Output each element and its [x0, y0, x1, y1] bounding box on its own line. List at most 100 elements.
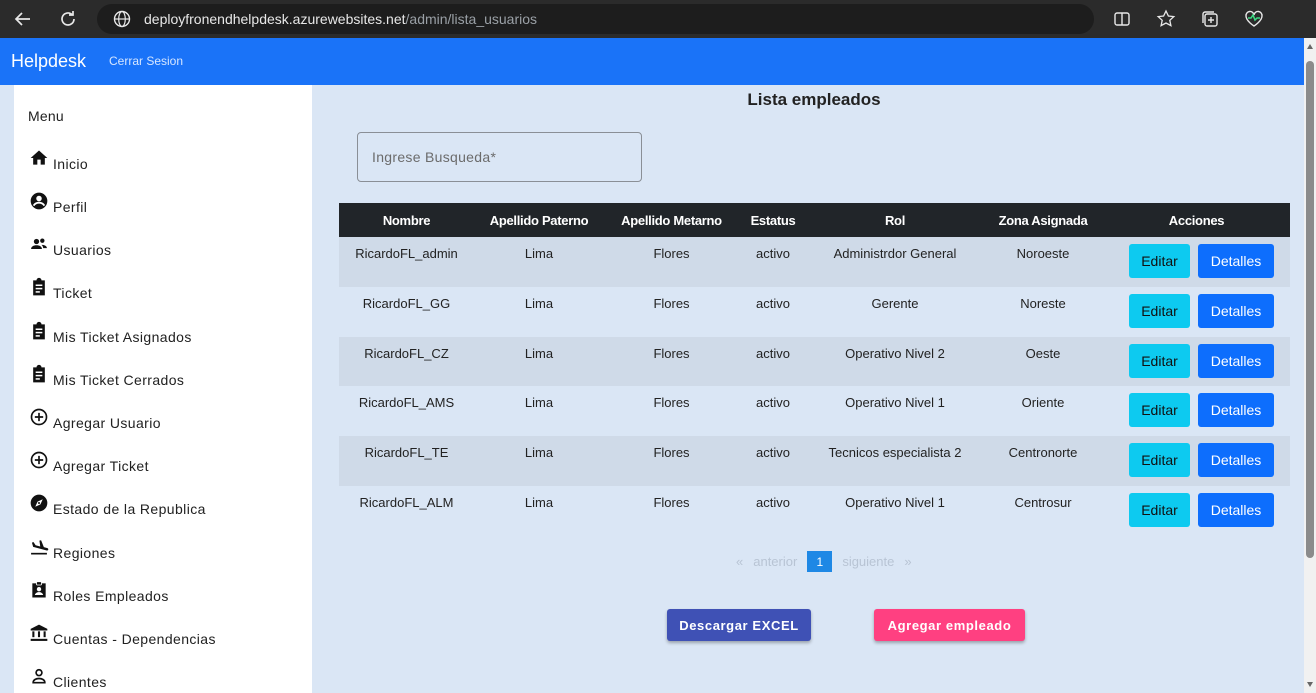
sidebar-item-ticket[interactable]: Ticket: [29, 277, 92, 301]
cell-nombre: RicardoFL_CZ: [364, 345, 449, 361]
cell-nombre: RicardoFL_GG: [362, 295, 451, 311]
edit-button[interactable]: Editar: [1129, 443, 1190, 478]
column-header[interactable]: Rol: [807, 213, 983, 228]
cell-estatus: activo: [756, 345, 790, 361]
sidebar-item-inicio[interactable]: Inicio: [29, 148, 88, 172]
column-header[interactable]: Nombre: [339, 213, 474, 228]
collections-icon[interactable]: [1199, 8, 1221, 30]
search-placeholder: Ingrese Busqueda*: [372, 149, 497, 165]
sidebar-item-mis-ticket-cerrados[interactable]: Mis Ticket Cerrados: [29, 364, 184, 388]
clipboard-icon: [33, 321, 45, 340]
cell-apellido-paterno: Lima: [524, 395, 554, 411]
column-header[interactable]: Zona Asignada: [983, 213, 1103, 228]
logout-link[interactable]: Cerrar Sesion: [109, 54, 183, 68]
sidebar-item-agregar-usuario[interactable]: Agregar Usuario: [29, 407, 161, 431]
edit-button[interactable]: Editar: [1129, 244, 1190, 278]
scrollbar-thumb[interactable]: [1306, 61, 1314, 558]
sidebar-item-agregar-ticket[interactable]: Agregar Ticket: [29, 450, 149, 474]
person-icon: [32, 668, 46, 684]
details-button[interactable]: Detalles: [1198, 393, 1274, 428]
page-title: Lista empleados: [747, 90, 881, 109]
sidebar-item-label: Mis Ticket Cerrados: [53, 372, 185, 388]
flight-land-icon: [31, 540, 49, 555]
table-row: RicardoFL_TE Lima Flores activo Tecnicos esp…: [339, 436, 1290, 486]
favorite-star-icon[interactable]: [1155, 8, 1177, 30]
cell-estatus: activo: [756, 295, 790, 311]
sidebar-title: Menu: [28, 108, 64, 124]
pager-next[interactable]: siguiente: [842, 554, 894, 569]
pager-prev[interactable]: anterior: [753, 554, 797, 569]
row-actions: Editar Detalles: [1103, 386, 1290, 428]
top-navbar: Helpdesk Cerrar Sesion: [0, 38, 1304, 85]
add-employee-button[interactable]: Agregar empleado: [874, 609, 1025, 641]
sidebar-item-mis-ticket-asignados[interactable]: Mis Ticket Asignados: [29, 321, 192, 345]
details-button[interactable]: Detalles: [1198, 443, 1274, 478]
column-header[interactable]: Apellido Metarno: [604, 213, 739, 228]
sidebar-item-cuentas-dependencias[interactable]: Cuentas - Dependencias: [29, 623, 216, 647]
cell-rol: Gerente: [871, 295, 919, 311]
table-row: RicardoFL_GG Lima Flores activo Gerente Nores…: [339, 287, 1290, 337]
sidebar-item-regiones[interactable]: Regiones: [29, 537, 115, 561]
edit-button[interactable]: Editar: [1129, 492, 1190, 527]
sidebar-item-label: Regiones: [53, 545, 116, 561]
edit-button[interactable]: Editar: [1129, 343, 1190, 378]
details-button[interactable]: Detalles: [1198, 343, 1274, 378]
cell-zona: Centrosur: [1014, 494, 1072, 510]
add-circle-icon: [30, 451, 48, 469]
page-scrollbar[interactable]: [1304, 38, 1316, 693]
cell-apellido-materno: Flores: [653, 494, 690, 510]
url-host: deployfronendhelpdesk.azurewebsites.net: [144, 11, 406, 27]
url-text: deployfronendhelpdesk.azurewebsites.net/…: [144, 11, 537, 27]
cell-apellido-materno: Flores: [653, 345, 690, 361]
details-button[interactable]: Detalles: [1198, 293, 1274, 328]
sidebar-item-label: Roles Empleados: [53, 588, 169, 604]
details-button[interactable]: Detalles: [1198, 244, 1274, 278]
cell-apellido-paterno: Lima: [524, 345, 554, 361]
sidebar-item-perfil[interactable]: Perfil: [29, 191, 87, 215]
globe-icon: [113, 10, 131, 28]
cell-rol: Operativo Nivel 1: [845, 494, 945, 510]
download-excel-button[interactable]: Descargar EXCEL: [667, 609, 811, 641]
cell-nombre: RicardoFL_TE: [364, 445, 449, 461]
people-icon: [31, 238, 47, 249]
health-icon[interactable]: [1243, 8, 1265, 30]
brand-title[interactable]: Helpdesk: [11, 51, 86, 72]
cell-estatus: activo: [756, 494, 790, 510]
scroll-down-arrow-icon[interactable]: [1307, 682, 1313, 687]
reload-icon[interactable]: [56, 7, 80, 31]
edit-button[interactable]: Editar: [1129, 293, 1190, 328]
sidebar-item-usuarios[interactable]: Usuarios: [29, 234, 111, 258]
row-actions: Editar Detalles: [1103, 486, 1290, 527]
table-header: Nombre Apellido Paterno Apellido Metarno…: [339, 203, 1290, 237]
column-header[interactable]: Apellido Paterno: [474, 213, 604, 228]
sidebar-item-roles-empleados[interactable]: Roles Empleados: [29, 580, 169, 604]
clipboard-icon: [33, 364, 45, 383]
sidebar-item-label: Mis Ticket Asignados: [53, 329, 192, 345]
sidebar-item-label: Agregar Usuario: [53, 415, 161, 431]
cell-rol: Administrdor General: [833, 246, 957, 261]
pager-first[interactable]: «: [736, 554, 743, 569]
split-screen-icon[interactable]: [1111, 8, 1133, 30]
search-input[interactable]: Ingrese Busqueda*: [357, 132, 642, 182]
column-header[interactable]: Estatus: [739, 213, 807, 228]
cell-rol: Operativo Nivel 2: [845, 345, 945, 361]
cell-zona: Noroeste: [1016, 246, 1070, 261]
sidebar-item-clientes[interactable]: Clientes: [29, 666, 107, 690]
cell-zona: Oriente: [1021, 395, 1065, 411]
edit-button[interactable]: Editar: [1129, 393, 1190, 428]
sidebar-item-label: Agregar Ticket: [53, 458, 149, 474]
sidebar: Menu Inicio Perfil Usuarios Ticket Mis T…: [14, 85, 312, 693]
scroll-up-arrow-icon[interactable]: [1307, 44, 1313, 49]
cell-apellido-paterno: Lima: [524, 494, 554, 510]
row-actions: Editar Detalles: [1103, 287, 1290, 328]
table-body: RicardoFL_admin Lima Flores activo Administr…: [339, 237, 1290, 536]
address-bar[interactable]: deployfronendhelpdesk.azurewebsites.net/…: [97, 4, 1094, 34]
details-button[interactable]: Detalles: [1198, 492, 1274, 527]
pager-current-page[interactable]: 1: [807, 551, 833, 572]
sidebar-item-estado-republica[interactable]: Estado de la Republica: [29, 493, 206, 517]
pager-last[interactable]: »: [904, 554, 911, 569]
cell-zona: Noreste: [1020, 295, 1066, 311]
table-row: RicardoFL_CZ Lima Flores activo Operativo Ni…: [339, 336, 1290, 387]
sidebar-item-label: Cuentas - Dependencias: [53, 631, 216, 647]
back-arrow-icon[interactable]: [11, 7, 35, 31]
